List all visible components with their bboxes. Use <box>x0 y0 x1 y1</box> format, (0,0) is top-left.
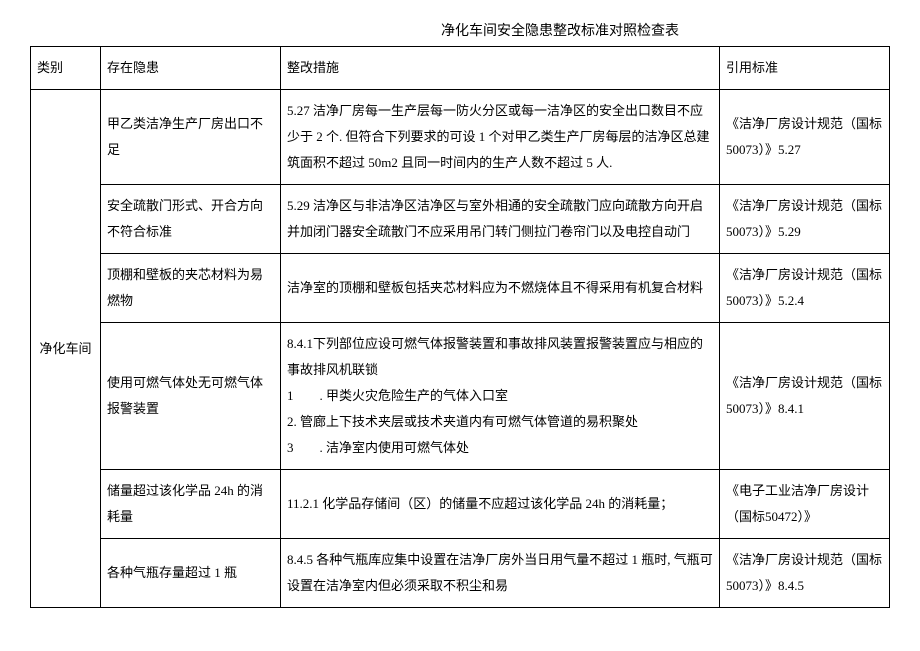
table-row: 安全疏散门形式、开合方向不符合标准 5.29 洁净区与非洁净区洁净区与室外相通的… <box>31 185 890 254</box>
standard-cell: 《洁净厂房设计规范（国标50073）》8.4.5 <box>720 539 890 608</box>
header-category: 类别 <box>31 47 101 90</box>
hazard-cell: 使用可燃气体处无可燃气体报警装置 <box>101 323 281 470</box>
measure-cell: 洁净室的顶棚和壁板包括夹芯材料应为不燃烧体且不得采用有机复合材料 <box>281 254 720 323</box>
table-row: 储量超过该化学品 24h 的消耗量 11.2.1 化学品存储间（区）的储量不应超… <box>31 470 890 539</box>
category-cell: 净化车间 <box>31 90 101 608</box>
hazard-cell: 储量超过该化学品 24h 的消耗量 <box>101 470 281 539</box>
standard-cell: 《电子工业洁净厂房设计（国标50472）》 <box>720 470 890 539</box>
standard-cell: 《洁净厂房设计规范（国标50073）》5.27 <box>720 90 890 185</box>
measure-cell: 5.29 洁净区与非洁净区洁净区与室外相通的安全疏散门应向疏散方向开启并加闭门器… <box>281 185 720 254</box>
table-row: 各种气瓶存量超过 1 瓶 8.4.5 各种气瓶库应集中设置在洁净厂房外当日用气量… <box>31 539 890 608</box>
table-row: 净化车间 甲乙类洁净生产厂房出口不足 5.27 洁净厂房每一生产层每一防火分区或… <box>31 90 890 185</box>
standard-cell: 《洁净厂房设计规范（国标50073）》5.2.4 <box>720 254 890 323</box>
header-measure: 整改措施 <box>281 47 720 90</box>
inspection-table: 类别 存在隐患 整改措施 引用标准 净化车间 甲乙类洁净生产厂房出口不足 5.2… <box>30 46 890 608</box>
hazard-cell: 安全疏散门形式、开合方向不符合标准 <box>101 185 281 254</box>
standard-cell: 《洁净厂房设计规范（国标50073）》8.4.1 <box>720 323 890 470</box>
table-row: 使用可燃气体处无可燃气体报警装置 8.4.1下列部位应设可燃气体报警装置和事故排… <box>31 323 890 470</box>
header-hazard: 存在隐患 <box>101 47 281 90</box>
measure-cell: 11.2.1 化学品存储间（区）的储量不应超过该化学品 24h 的消耗量； <box>281 470 720 539</box>
measure-cell: 5.27 洁净厂房每一生产层每一防火分区或每一洁净区的安全出口数目不应少于 2 … <box>281 90 720 185</box>
measure-cell: 8.4.5 各种气瓶库应集中设置在洁净厂房外当日用气量不超过 1 瓶时, 气瓶可… <box>281 539 720 608</box>
hazard-cell: 各种气瓶存量超过 1 瓶 <box>101 539 281 608</box>
header-standard: 引用标准 <box>720 47 890 90</box>
hazard-cell: 甲乙类洁净生产厂房出口不足 <box>101 90 281 185</box>
table-row: 顶棚和壁板的夹芯材料为易燃物 洁净室的顶棚和壁板包括夹芯材料应为不燃烧体且不得采… <box>31 254 890 323</box>
standard-cell: 《洁净厂房设计规范（国标50073）》5.29 <box>720 185 890 254</box>
table-header-row: 类别 存在隐患 整改措施 引用标准 <box>31 47 890 90</box>
hazard-cell: 顶棚和壁板的夹芯材料为易燃物 <box>101 254 281 323</box>
measure-cell: 8.4.1下列部位应设可燃气体报警装置和事故排风装置报警装置应与相应的事故排风机… <box>281 323 720 470</box>
page-title: 净化车间安全隐患整改标准对照检查表 <box>230 20 890 40</box>
